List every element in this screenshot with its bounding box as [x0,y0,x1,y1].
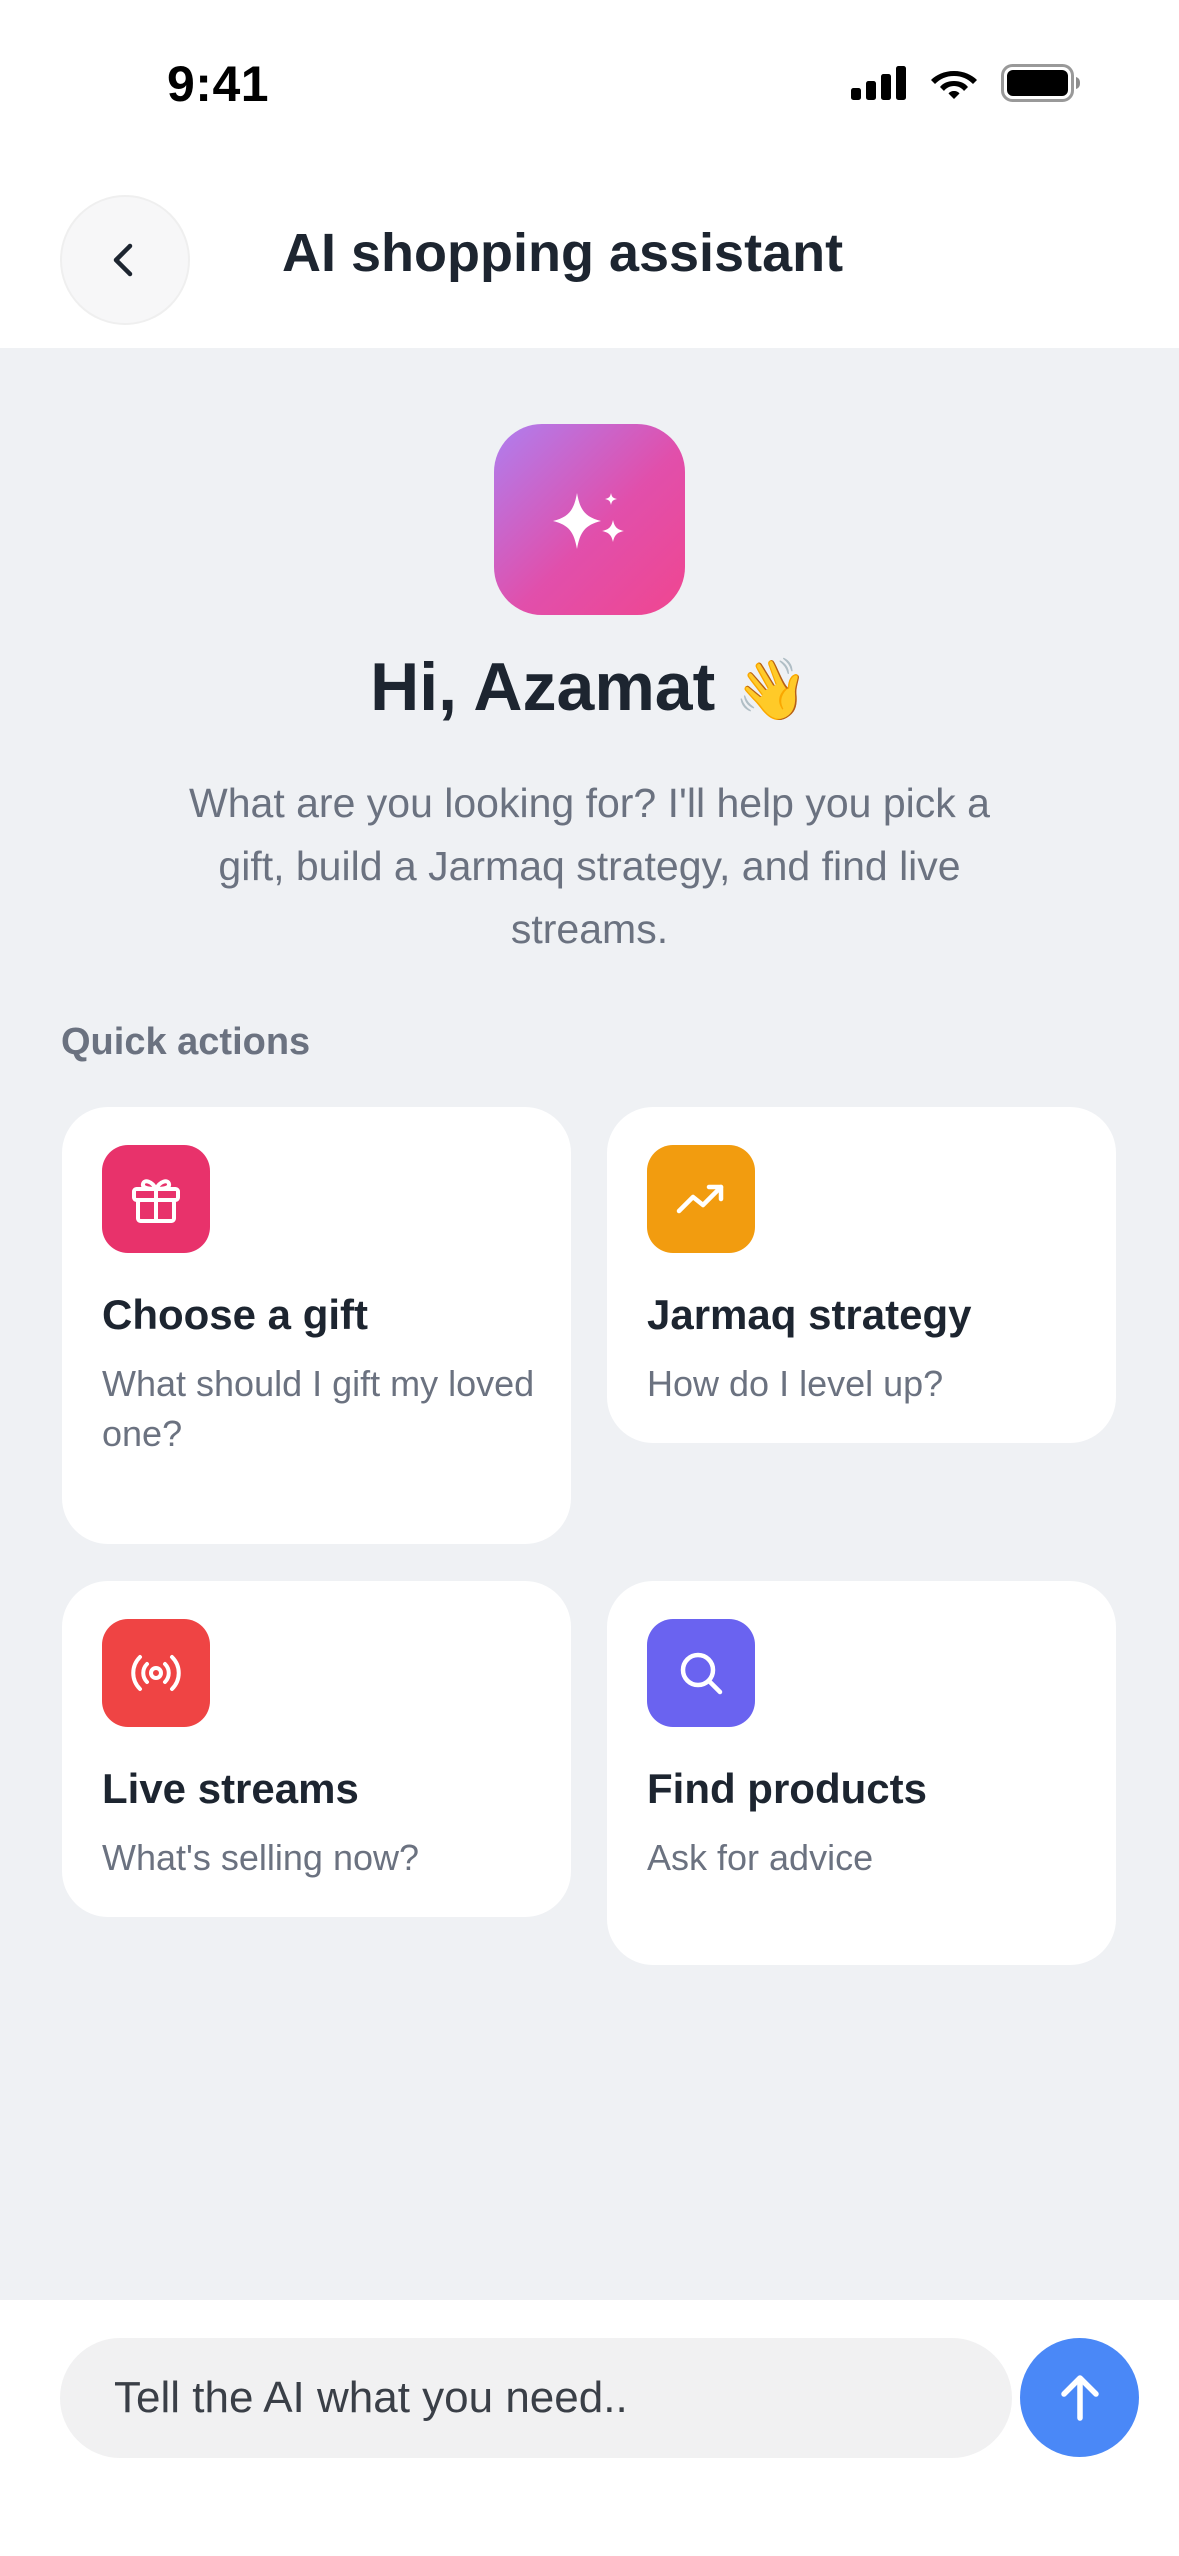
screen: 9:41 AI shopping assistant Hi, Azamat 👋 … [0,0,1179,2556]
quick-action-title: Jarmaq strategy [647,1291,972,1338]
search-icon [680,1652,723,1695]
send-button[interactable] [1020,2338,1139,2457]
assistant-avatar [494,424,685,615]
page-title: AI shopping assistant [282,223,844,283]
status-bar: 9:41 [0,0,1179,170]
quick-actions-label: Quick actions [61,1021,311,1063]
battery-icon [1001,64,1080,102]
search-icon-tile [647,1619,755,1727]
quick-action-live-streams[interactable]: Live streams What's selling now? [62,1581,571,1917]
quick-action-title: Find products [647,1765,927,1812]
header: AI shopping assistant [0,170,1179,348]
quick-action-subtitle: How do I level up? [647,1363,944,1404]
back-button[interactable] [60,195,190,325]
quick-action-title: Choose a gift [102,1291,369,1338]
arrow-up-icon [1060,2374,1099,2421]
status-icons [851,64,1081,102]
cellular-signal-icon [851,66,906,100]
quick-action-jarmaq-strategy[interactable]: Jarmaq strategy How do I level up? [607,1107,1116,1443]
chat-input[interactable] [60,2338,1012,2458]
quick-action-subtitle: What should I gift my loved one? [102,1363,535,1454]
gift-icon [132,1179,180,1223]
wifi-icon [931,71,977,99]
greeting-heading: Hi, Azamat 👋 [0,648,1179,726]
quick-action-title: Live streams [102,1765,359,1812]
quick-action-choose-gift[interactable]: Choose a gift What should I gift my love… [62,1107,571,1544]
status-time: 9:41 [167,56,270,112]
waving-hand-emoji: 👋 [734,656,809,723]
composer-bar [0,2300,1179,2556]
chat-area: Hi, Azamat 👋 What are you looking for? I… [0,348,1179,2300]
sparkles-icon [552,492,624,549]
trending-up-icon [676,1184,724,1214]
broadcast-icon [131,1655,181,1691]
gift-icon-tile [102,1145,210,1253]
quick-action-subtitle: What's selling now? [102,1837,420,1878]
greeting-subtitle: What are you looking for? I'll help you … [189,780,990,952]
chevron-left-icon [113,243,133,277]
quick-action-subtitle: Ask for advice [647,1837,874,1878]
trending-up-icon-tile [647,1145,755,1253]
broadcast-icon-tile [102,1619,210,1727]
greeting-text: Hi, Azamat [370,649,716,725]
quick-action-find-products[interactable]: Find products Ask for advice [607,1581,1116,1965]
